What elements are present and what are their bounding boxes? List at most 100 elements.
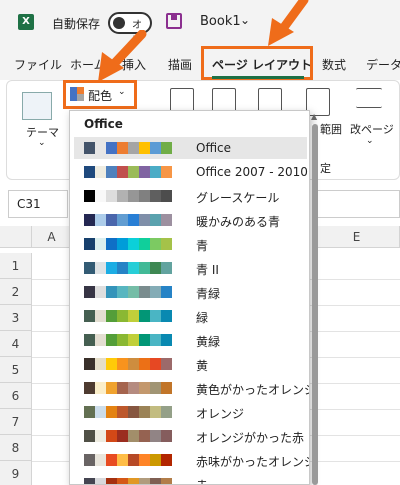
color-scheme-label: 黄緑: [196, 335, 221, 349]
color-scheme-option[interactable]: 赤: [74, 473, 307, 484]
color-scheme-option[interactable]: 青 II: [74, 257, 307, 279]
tab-formulas[interactable]: 数式: [322, 56, 346, 73]
book-title[interactable]: Book1: [200, 14, 241, 29]
active-tab-underline: [212, 76, 304, 79]
name-box[interactable]: C31: [8, 190, 68, 218]
color-swatch: [161, 454, 172, 466]
color-scheme-option[interactable]: 赤味がかったオレンジ: [74, 449, 310, 471]
color-swatch: [139, 286, 150, 298]
color-scheme-option[interactable]: Office 2007 - 2010: [74, 161, 308, 183]
row-header[interactable]: 4: [0, 331, 32, 357]
color-swatch: [117, 430, 128, 442]
color-swatch: [95, 478, 106, 484]
color-swatch: [139, 190, 150, 202]
color-swatch: [106, 406, 117, 418]
color-swatch: [106, 310, 117, 322]
color-swatch: [150, 310, 161, 322]
theme-icon[interactable]: [22, 92, 52, 120]
row-header[interactable]: 8: [0, 435, 32, 461]
color-scheme-label: 暖かみのある青: [196, 215, 281, 229]
row-header[interactable]: 5: [0, 357, 32, 383]
tab-highlight-frame: [201, 46, 313, 80]
color-swatch: [95, 166, 106, 178]
color-swatch: [128, 358, 139, 370]
color-swatch: [106, 358, 117, 370]
color-scheme-option[interactable]: Office: [74, 137, 307, 159]
color-swatch-strip: [84, 334, 172, 346]
color-swatch: [128, 238, 139, 250]
chevron-down-icon[interactable]: ⌄: [38, 138, 46, 148]
color-swatch: [128, 454, 139, 466]
tab-file[interactable]: ファイル: [14, 56, 62, 73]
color-scheme-label: 赤: [196, 477, 208, 484]
color-scheme-option[interactable]: オレンジ: [74, 401, 307, 423]
color-swatch: [95, 238, 106, 250]
color-swatch: [117, 334, 128, 346]
color-scheme-option[interactable]: 黄緑: [74, 329, 307, 351]
chevron-down-icon[interactable]: ⌄: [366, 136, 374, 146]
color-scheme-label: オレンジがかった赤: [196, 431, 305, 445]
column-header-a[interactable]: A: [32, 226, 72, 248]
color-swatch: [117, 454, 128, 466]
color-swatch: [128, 430, 139, 442]
color-scheme-option[interactable]: 青緑: [74, 281, 307, 303]
row-header[interactable]: 2: [0, 279, 32, 305]
color-swatch: [161, 286, 172, 298]
row-header[interactable]: 9: [0, 461, 32, 485]
color-scheme-option[interactable]: 黄: [74, 353, 307, 375]
color-swatch: [117, 166, 128, 178]
column-header-e[interactable]: E: [314, 226, 400, 248]
color-swatch: [128, 214, 139, 226]
color-swatch: [106, 166, 117, 178]
scrollbar-thumb[interactable]: [312, 124, 318, 485]
color-scheme-option[interactable]: オレンジがかった赤: [74, 425, 307, 447]
color-swatch: [139, 430, 150, 442]
color-scheme-label: 黄: [196, 359, 209, 373]
color-swatch: [139, 262, 150, 274]
color-swatch: [106, 454, 117, 466]
color-swatch: [84, 430, 95, 442]
color-swatch: [84, 262, 95, 274]
row-header[interactable]: 1: [0, 253, 32, 279]
color-swatch: [150, 478, 161, 484]
row-header[interactable]: 3: [0, 305, 32, 331]
dropdown-scrollbar[interactable]: [312, 124, 318, 485]
save-icon[interactable]: [166, 13, 182, 29]
print-area-label[interactable]: 範囲: [320, 121, 342, 137]
color-scheme-label: 青 II: [196, 263, 219, 277]
formula-bar[interactable]: [314, 190, 400, 218]
tab-draw[interactable]: 描画: [168, 56, 192, 73]
color-swatch: [139, 454, 150, 466]
color-swatch: [150, 406, 161, 418]
color-swatch: [161, 358, 172, 370]
row-header[interactable]: 7: [0, 409, 32, 435]
colors-button-label[interactable]: 配色: [88, 87, 112, 104]
color-swatch: [106, 142, 117, 154]
color-swatch: [95, 334, 106, 346]
color-scheme-option[interactable]: 暖かみのある青: [74, 209, 307, 231]
page-break-label[interactable]: 改ページ: [350, 121, 394, 137]
color-swatch: [106, 430, 117, 442]
color-swatch: [150, 142, 161, 154]
color-swatch: [128, 478, 139, 484]
chevron-down-icon[interactable]: ⌄: [240, 13, 250, 27]
page-break-icon[interactable]: [356, 88, 382, 108]
row-header[interactable]: 6: [0, 383, 32, 409]
color-swatch: [84, 406, 95, 418]
color-scheme-option[interactable]: グレースケール: [74, 185, 307, 207]
color-swatch-strip: [84, 358, 172, 370]
scroll-up-icon[interactable]: ▲: [311, 112, 317, 121]
color-scheme-label: 赤味がかったオレンジ: [196, 455, 310, 469]
chevron-down-icon[interactable]: ⌄: [118, 87, 126, 97]
color-scheme-option[interactable]: 黄色がかったオレンジ: [74, 377, 309, 399]
color-swatch: [95, 286, 106, 298]
color-scheme-option[interactable]: 緑: [74, 305, 307, 327]
color-swatch-strip: [84, 262, 172, 274]
color-swatch: [161, 190, 172, 202]
color-swatch-strip: [84, 478, 172, 484]
tab-data[interactable]: データ: [366, 56, 400, 73]
color-scheme-option[interactable]: 青: [74, 233, 307, 255]
excel-logo-icon: X: [18, 14, 34, 30]
select-all-corner[interactable]: [0, 226, 32, 248]
color-swatch: [139, 238, 150, 250]
